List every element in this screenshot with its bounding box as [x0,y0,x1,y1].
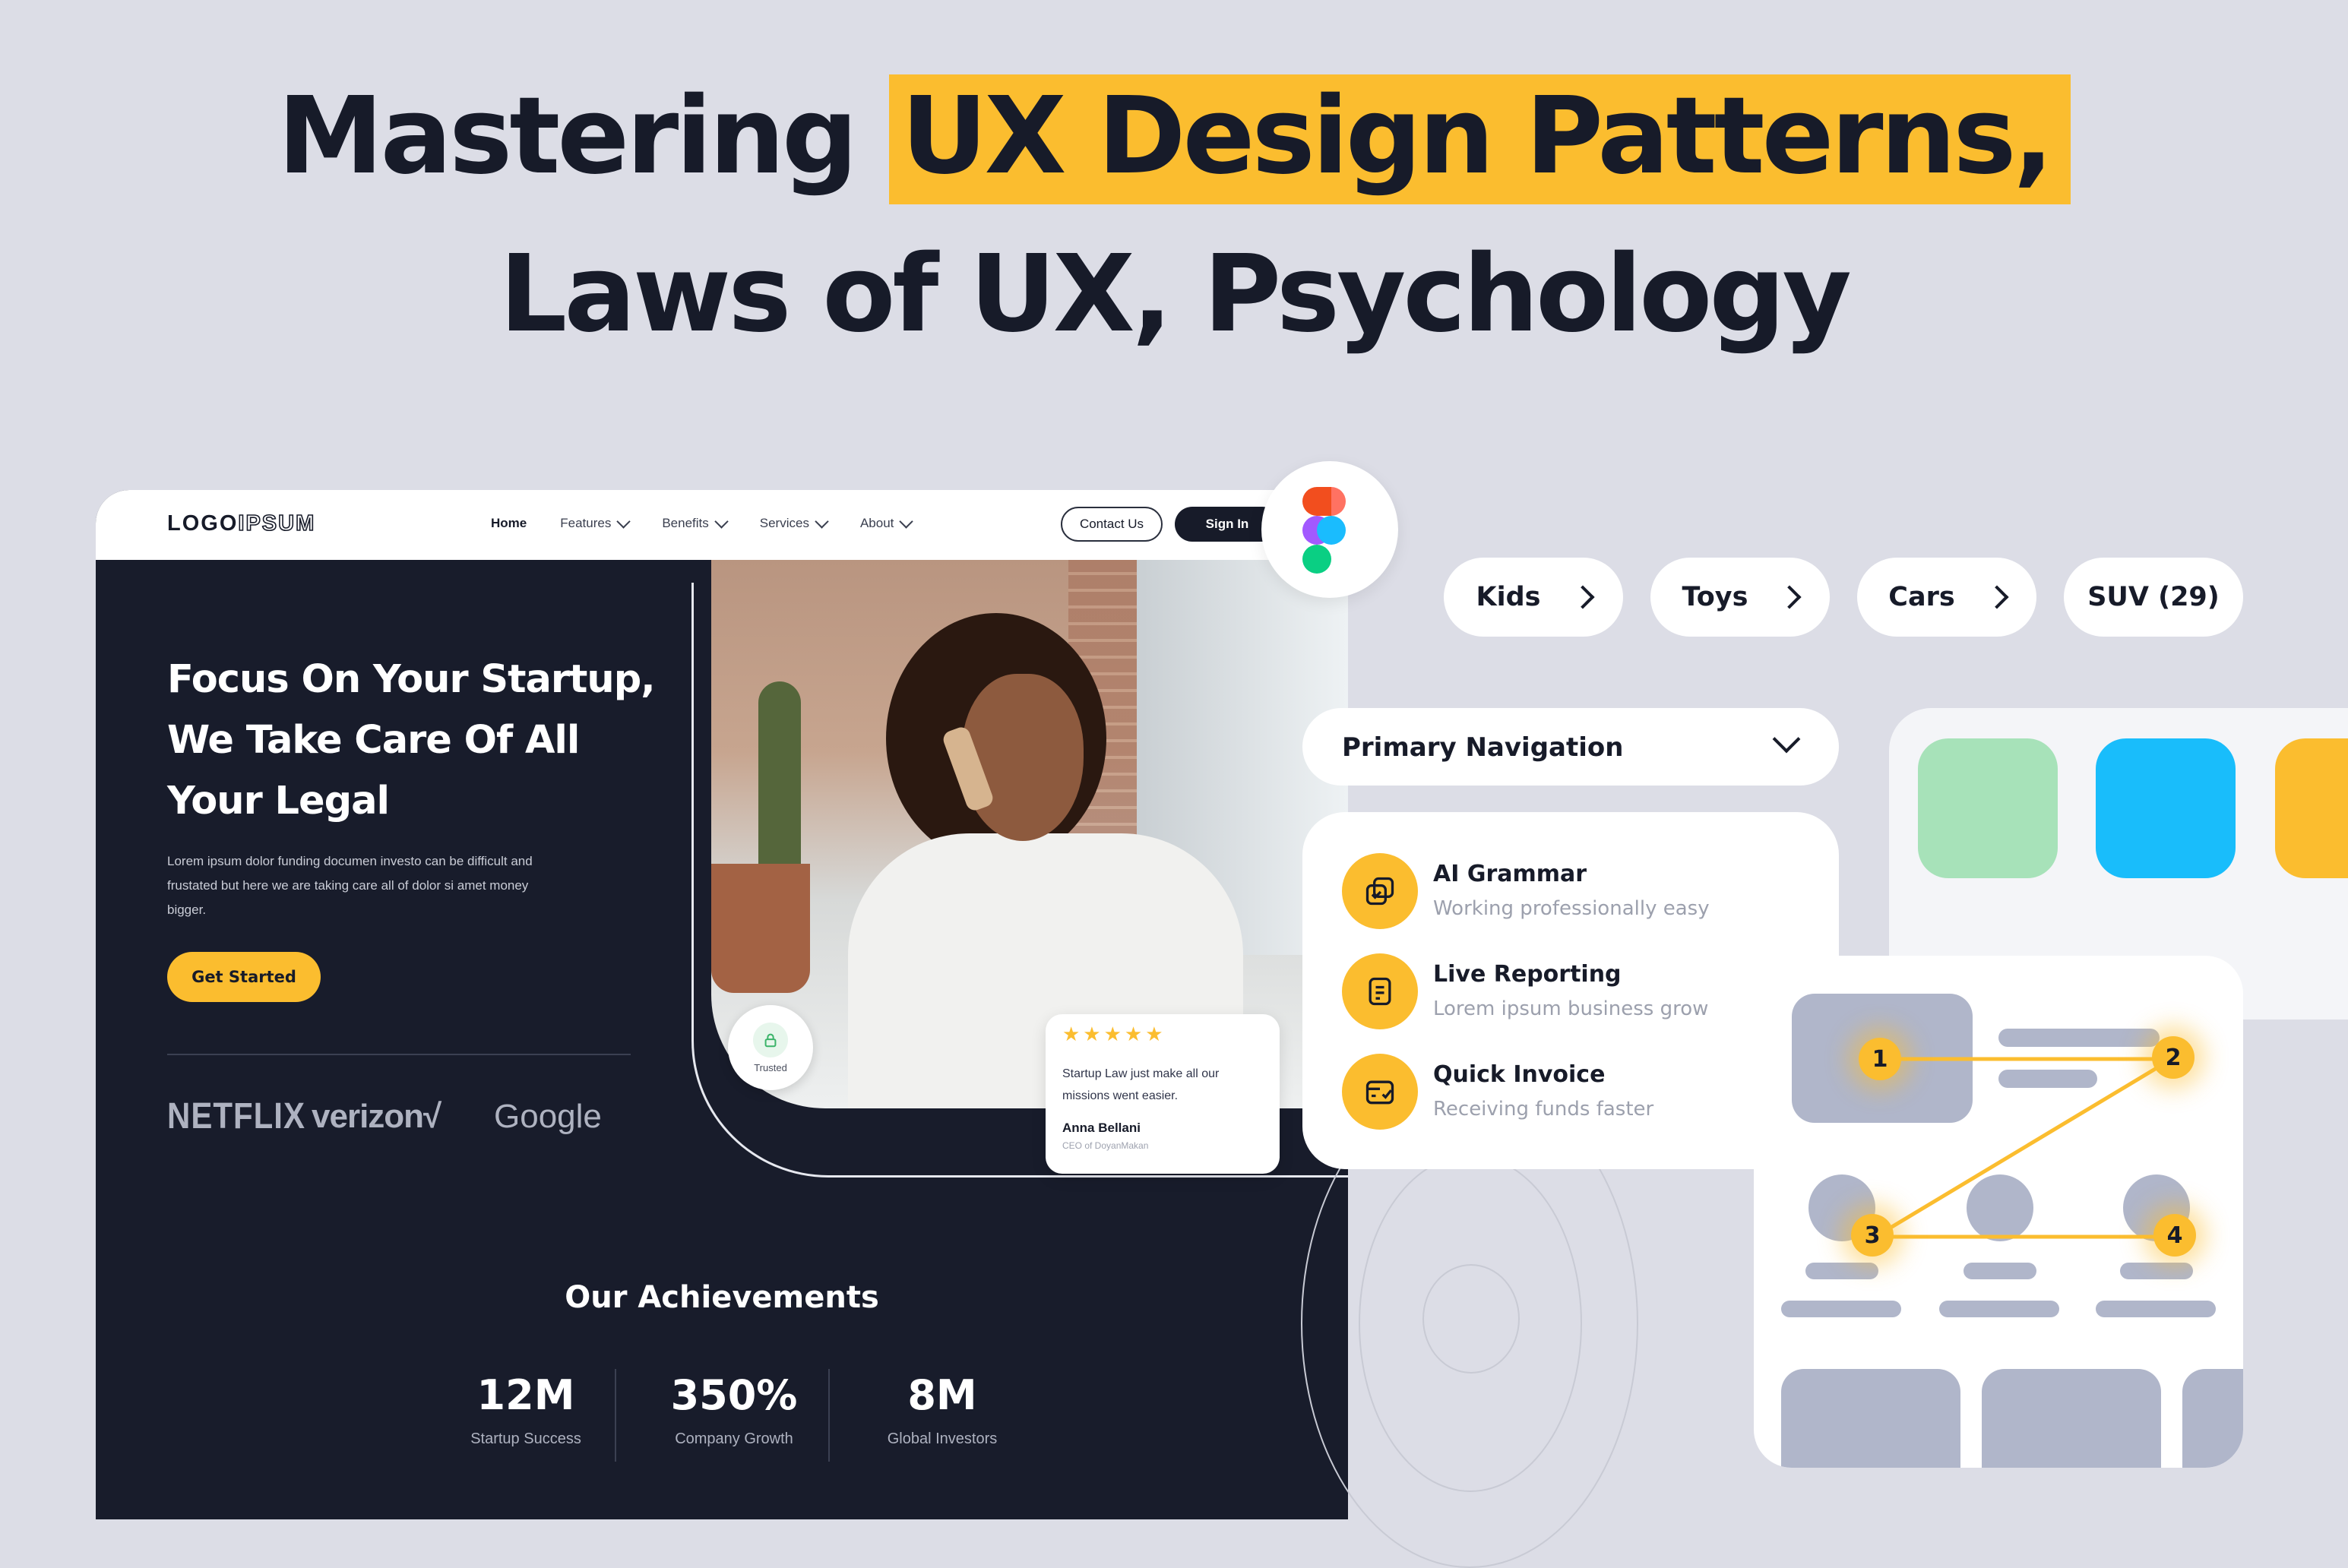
photo-cactus [758,681,801,871]
dropdown-label: Primary Navigation [1342,732,1624,763]
document-icon [1342,953,1418,1029]
nav-features[interactable]: Features [560,514,631,531]
trusted-badge: Trusted [728,1005,813,1090]
step-marker-3: 3 [1851,1214,1894,1257]
contact-us-button[interactable]: Contact Us [1061,507,1163,542]
chip-cars[interactable]: Cars [1857,558,2036,637]
get-started-button[interactable]: Get Started [167,952,321,1002]
logo[interactable]: LOGOIPSUM [167,511,315,536]
stat-divider [828,1369,830,1462]
photo-person-face [962,674,1084,841]
stat-divider [615,1369,616,1462]
menu-item-title: AI Grammar [1433,861,1587,887]
step-marker-4: 4 [2153,1214,2196,1257]
menu-item-live-reporting[interactable]: Live Reporting Lorem ipsum business grow [1342,953,1813,1029]
primary-navigation-dropdown[interactable]: Primary Navigation [1302,708,1839,786]
trusted-label: Trusted [754,1061,787,1073]
chip-toys[interactable]: Toys [1650,558,1830,637]
star-rating: ★★★★★ [1062,1023,1166,1046]
brand-verizon: verizon√ [312,1098,441,1135]
hero-description: Lorem ipsum dolor funding documen invest… [167,854,533,917]
reviewer-role: CEO of DoyanMakan [1062,1140,1149,1151]
card-check-icon [1342,1054,1418,1130]
stat-label: Company Growth [675,1430,793,1447]
review-text: Startup Law just make all our missions w… [1062,1067,1220,1102]
nav-services[interactable]: Services [759,514,829,531]
logo-part-2: IPSUM [238,511,316,536]
swatch-blue[interactable] [2096,738,2236,878]
achievements-title: Our Achievements [565,1280,879,1315]
headline-highlight: UX Design Patterns, [888,74,2071,204]
chip-label: Cars [1888,582,1955,612]
hero-title: Focus On Your Startup, We Take Care Of A… [167,657,656,824]
chevron-down-icon [899,514,914,529]
nav-benefits-label: Benefits [662,516,709,530]
stat-label: Startup Success [470,1430,581,1447]
chip-suv[interactable]: SUV (29) [2064,558,2243,637]
stat-value: 8M [907,1371,977,1419]
menu-item-quick-invoice[interactable]: Quick Invoice Receiving funds faster [1342,1054,1813,1130]
chevron-down-icon [1772,725,1801,754]
stat-startup-success: 12M Startup Success [435,1371,617,1448]
figma-logo [1261,461,1398,598]
stat-global-investors: 8M Global Investors [851,1371,1033,1448]
zigzag-pattern-wireframe: 1 2 3 4 [1754,956,2243,1468]
menu-item-subtitle: Lorem ipsum business grow [1433,997,1709,1020]
landing-page-mockup: LOGOIPSUM Home Features Benefits Service… [96,490,1348,1519]
photo-plant-pot [711,864,810,993]
stat-value: 12M [476,1371,575,1419]
nav-about[interactable]: About [859,514,914,531]
menu-item-subtitle: Receiving funds faster [1433,1098,1654,1121]
chip-label: Kids [1476,582,1541,612]
nav-benefits[interactable]: Benefits [662,514,729,531]
stat-value: 350% [670,1371,798,1419]
chevron-down-icon [815,514,829,529]
zigzag-path [1868,1057,2179,1239]
headline-line-2: Laws of UX, Psychology [499,232,1852,356]
nav-services-label: Services [759,516,809,530]
nav-home[interactable]: Home [491,516,527,531]
nav-links: Home Features Benefits Services About [491,514,914,531]
headline-line-1: Mastering UX Design Patterns, [0,72,2348,204]
chip-kids[interactable]: Kids [1444,558,1623,637]
chevron-right-icon [1777,585,1802,609]
brand-netflix: NETFLIX [167,1095,305,1136]
hero-divider [167,1054,631,1055]
menu-item-ai-grammar[interactable]: AI Grammar Working professionally easy [1342,853,1813,929]
nav-home-label: Home [491,516,527,530]
chevron-down-icon [714,514,729,529]
menu-item-subtitle: Working professionally easy [1433,897,1710,920]
step-marker-2: 2 [2152,1036,2195,1079]
chevron-right-icon [1570,585,1595,609]
chip-label: SUV (29) [2087,582,2220,612]
swatch-yellow[interactable] [2275,738,2348,878]
menu-item-title: Quick Invoice [1433,1061,1606,1088]
nav-features-label: Features [560,516,612,530]
figma-icon [1302,487,1346,574]
menu-item-title: Live Reporting [1433,961,1622,988]
nav-about-label: About [859,516,894,530]
brand-google: Google [494,1098,602,1135]
step-marker-1: 1 [1859,1038,1901,1080]
headline-plain: Mastering [277,74,858,198]
swatch-green[interactable] [1918,738,2058,878]
chevron-right-icon [1985,585,2009,609]
chip-label: Toys [1682,582,1748,612]
logo-part-1: LOGO [167,511,239,536]
stat-label: Global Investors [887,1430,998,1447]
landing-navbar: LOGOIPSUM Home Features Benefits Service… [96,490,1348,560]
copy-check-icon [1342,853,1418,929]
lock-icon [753,1022,788,1057]
review-card: ★★★★★ Startup Law just make all our miss… [1046,1014,1280,1174]
reviewer-name: Anna Bellani [1062,1121,1141,1135]
chevron-down-icon [616,514,631,529]
stat-company-growth: 350% Company Growth [643,1371,825,1448]
decorative-ring [1422,1264,1520,1374]
